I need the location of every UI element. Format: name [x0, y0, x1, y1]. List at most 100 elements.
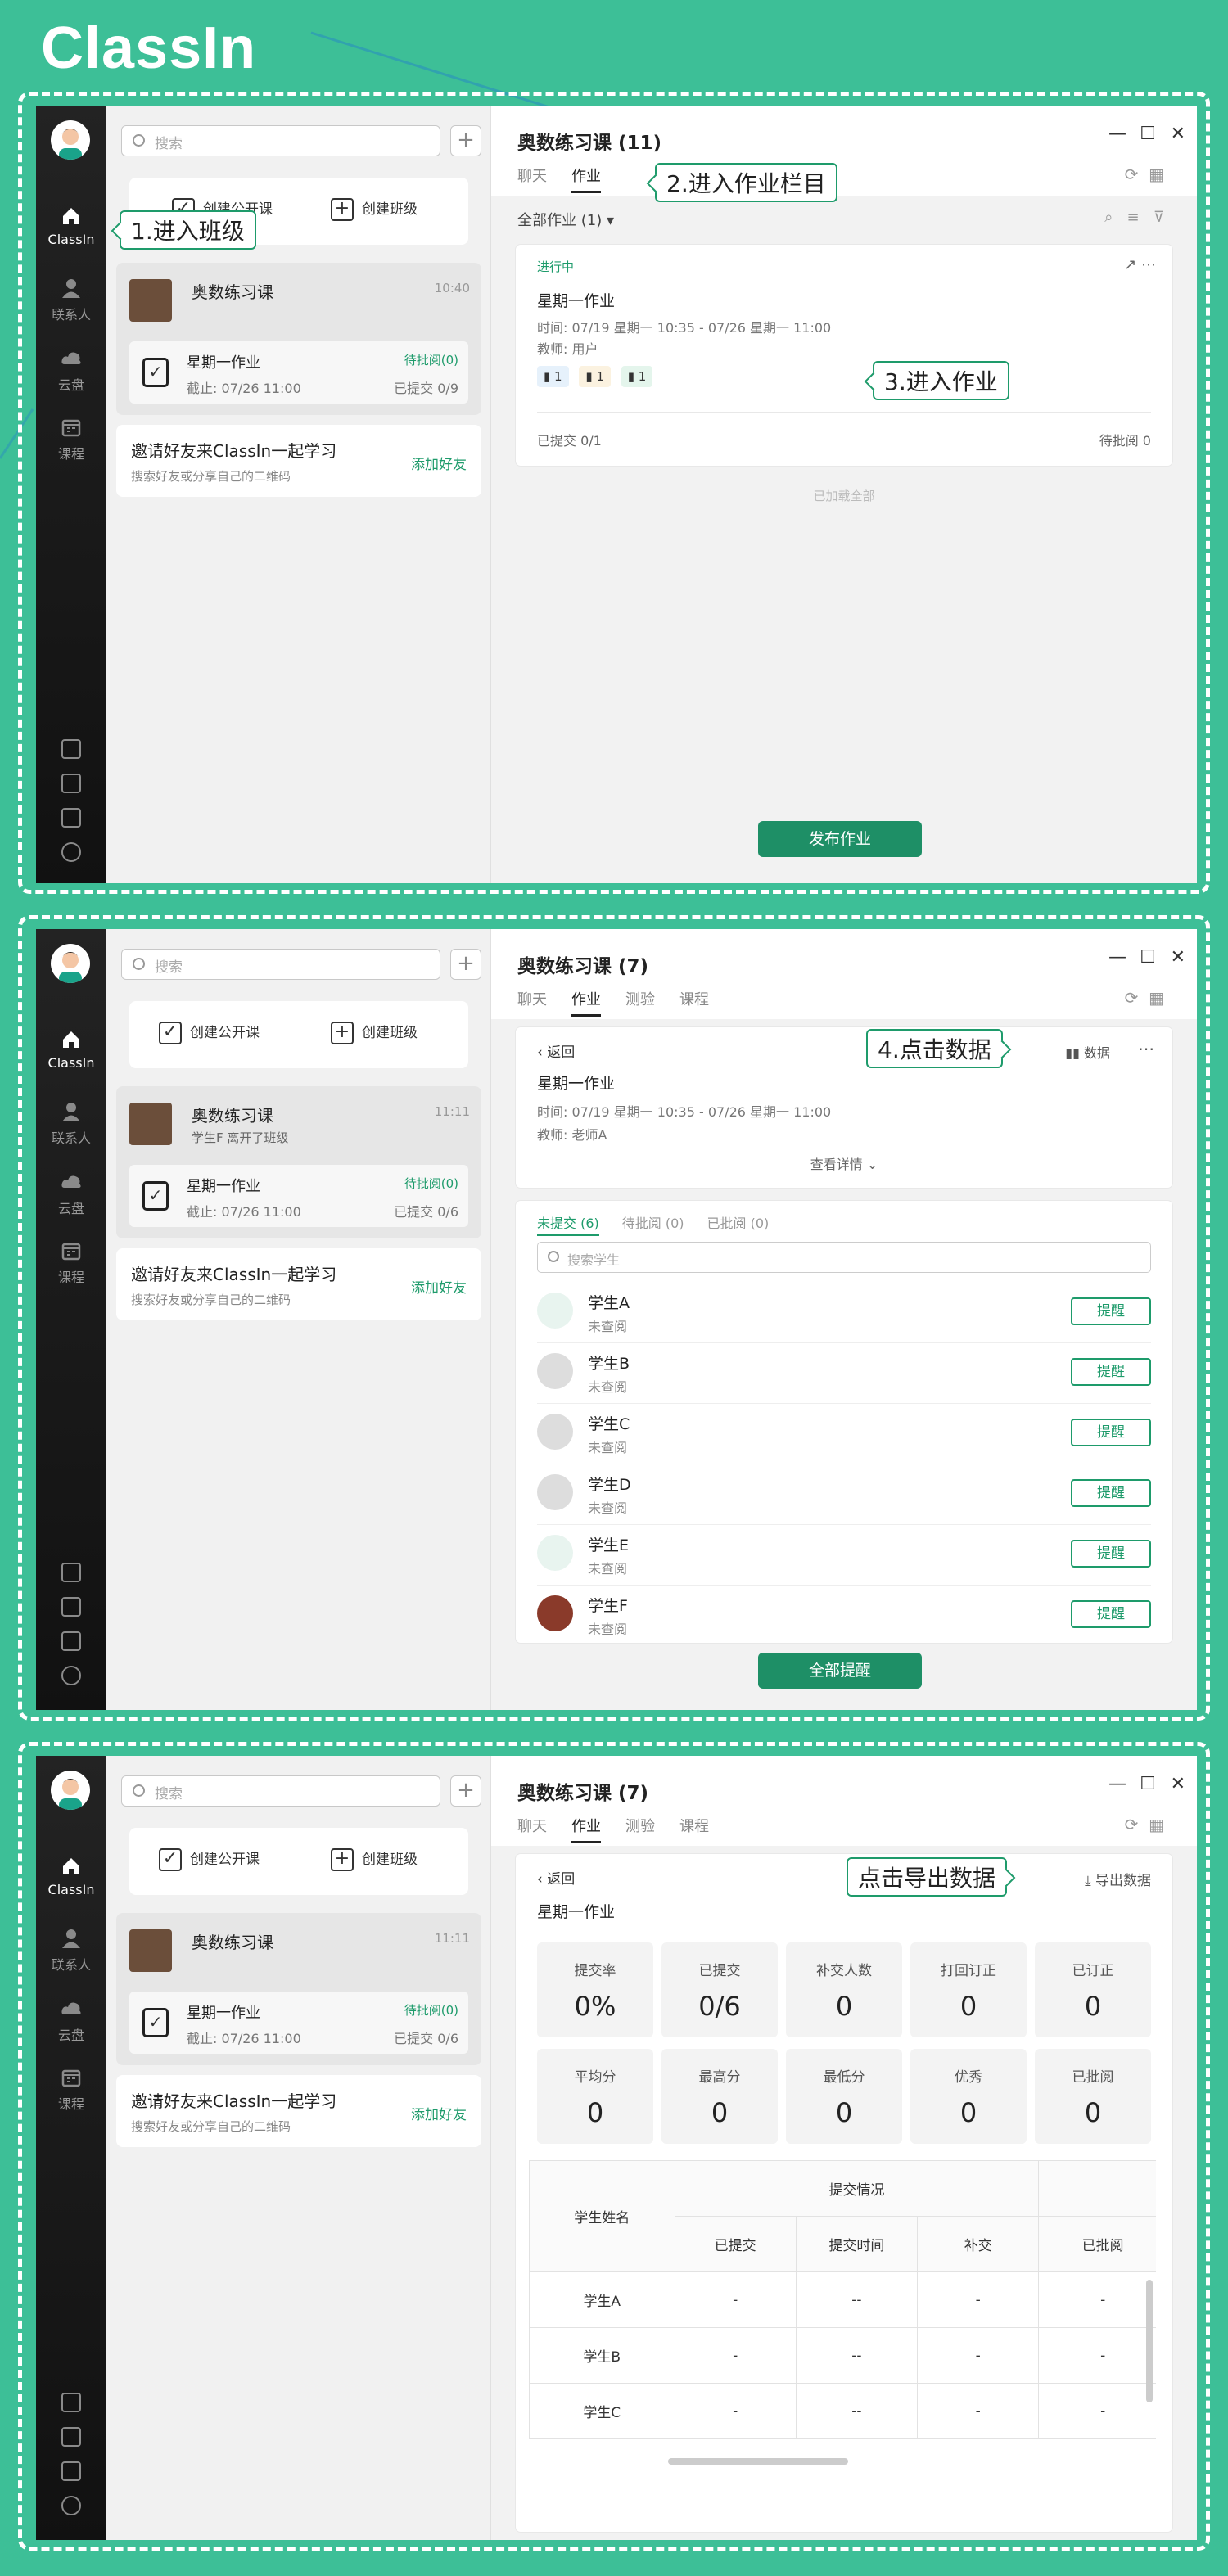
grid-icon[interactable]: ▦: [1149, 165, 1164, 184]
doc-attachment[interactable]: ▮ 1: [537, 366, 569, 387]
rail-course[interactable]: 课程: [36, 417, 106, 462]
export-data-button[interactable]: ⤓ 导出数据: [1085, 1869, 1151, 1889]
data-button[interactable]: ▮▮ 数据: [1065, 1042, 1110, 1062]
search-input[interactable]: 搜索: [121, 125, 440, 156]
tab-pending-review[interactable]: 待批阅 (0): [622, 1216, 684, 1231]
homework-item[interactable]: ✓ 星期一作业 截止: 07/26 11:00 待批阅(0) 已提交 0/6: [129, 1165, 468, 1227]
remind-button[interactable]: 提醒: [1071, 1600, 1151, 1628]
maximize-icon[interactable]: ☐: [1140, 1774, 1156, 1794]
minimize-icon[interactable]: —: [1108, 947, 1126, 968]
class-card[interactable]: 奥数练习课 学生F 离开了班级 11:11 ✓ 星期一作业 截止: 07/26 …: [116, 1086, 481, 1238]
publish-homework-button[interactable]: 发布作业: [758, 821, 922, 857]
tool-icon[interactable]: [61, 2393, 81, 2412]
tool-icon[interactable]: [61, 1563, 81, 1582]
remind-button[interactable]: 提醒: [1071, 1297, 1151, 1325]
sort-icon[interactable]: ≡: [1127, 209, 1140, 226]
rail-contacts[interactable]: 联系人: [36, 277, 106, 323]
rail-classin[interactable]: ClassIn: [36, 1856, 106, 1897]
user-avatar[interactable]: [51, 1771, 90, 1810]
share-more-icons[interactable]: ↗ ⋯: [1124, 256, 1156, 273]
rail-cloud[interactable]: 云盘: [36, 1171, 106, 1217]
back-link[interactable]: ‹ 返回: [537, 1867, 575, 1888]
rail-classin[interactable]: ClassIn: [36, 1029, 106, 1071]
tool-icon[interactable]: [61, 1631, 81, 1651]
minimize-icon[interactable]: —: [1108, 1774, 1126, 1794]
image-attachment[interactable]: ▮ 1: [579, 366, 611, 387]
rail-cloud[interactable]: 云盘: [36, 348, 106, 394]
rail-classin[interactable]: ClassIn: [36, 205, 106, 247]
student-search-input[interactable]: 搜索学生: [537, 1242, 1151, 1273]
close-icon[interactable]: ✕: [1171, 124, 1185, 144]
tool-icon[interactable]: [61, 2427, 81, 2447]
class-card[interactable]: 奥数练习课 10:40 ✓ 星期一作业 截止: 07/26 11:00 待批阅(…: [116, 263, 481, 415]
settings-icon[interactable]: [61, 842, 81, 862]
tab-homework[interactable]: 作业: [571, 165, 601, 193]
grid-icon[interactable]: ▦: [1149, 988, 1164, 1008]
tool-icon[interactable]: [61, 808, 81, 828]
tab-course[interactable]: 课程: [679, 988, 709, 1014]
maximize-icon[interactable]: ☐: [1140, 124, 1156, 144]
add-button[interactable]: +: [450, 1775, 481, 1807]
add-button[interactable]: +: [450, 949, 481, 980]
tab-course[interactable]: 课程: [679, 1815, 709, 1841]
maximize-icon[interactable]: ☐: [1140, 947, 1156, 968]
settings-icon[interactable]: [61, 2496, 81, 2515]
add-button[interactable]: +: [450, 125, 481, 156]
tool-icon[interactable]: [61, 2461, 81, 2481]
add-friend-link[interactable]: 添加好友: [411, 453, 467, 473]
remind-button[interactable]: 提醒: [1071, 1358, 1151, 1386]
search-input[interactable]: 搜索: [121, 1775, 440, 1807]
create-class-button[interactable]: + 创建班级: [331, 197, 418, 221]
remind-all-button[interactable]: 全部提醒: [758, 1653, 922, 1689]
user-avatar[interactable]: [51, 120, 90, 160]
tab-not-submitted[interactable]: 未提交 (6): [537, 1216, 599, 1236]
rail-course[interactable]: 课程: [36, 1240, 106, 1286]
tab-quiz[interactable]: 测验: [625, 1815, 655, 1841]
create-class-button[interactable]: + 创建班级: [331, 1021, 418, 1044]
vertical-scrollbar[interactable]: [1146, 2280, 1153, 2402]
rail-course[interactable]: 课程: [36, 2067, 106, 2113]
remind-button[interactable]: 提醒: [1071, 1540, 1151, 1568]
tool-icon[interactable]: [61, 739, 81, 759]
class-card[interactable]: 奥数练习课 11:11 ✓ 星期一作业 截止: 07/26 11:00 待批阅(…: [116, 1913, 481, 2065]
homework-card[interactable]: 进行中 ↗ ⋯ 星期一作业 时间: 07/19 星期一 10:35 - 07/2…: [516, 245, 1172, 466]
settings-icon[interactable]: [61, 1666, 81, 1685]
tab-chat[interactable]: 聊天: [517, 165, 547, 191]
tool-icon[interactable]: [61, 774, 81, 793]
remind-button[interactable]: 提醒: [1071, 1419, 1151, 1446]
refresh-icon[interactable]: ⟳: [1125, 165, 1139, 184]
tab-chat[interactable]: 聊天: [517, 988, 547, 1014]
tab-chat[interactable]: 聊天: [517, 1815, 547, 1841]
search-input[interactable]: 搜索: [121, 949, 440, 980]
homework-item[interactable]: ✓ 星期一作业 截止: 07/26 11:00 待批阅(0) 已提交 0/6: [129, 1992, 468, 2054]
create-public-class-button[interactable]: ✓ 创建公开课: [159, 1021, 260, 1044]
refresh-icon[interactable]: ⟳: [1125, 988, 1139, 1008]
more-icon[interactable]: ⋯: [1138, 1039, 1154, 1058]
tab-reviewed[interactable]: 已批阅 (0): [707, 1216, 770, 1231]
funnel-icon[interactable]: ⊽: [1154, 209, 1164, 226]
grid-icon[interactable]: ▦: [1149, 1815, 1164, 1834]
refresh-icon[interactable]: ⟳: [1125, 1815, 1139, 1834]
homework-item[interactable]: ✓ 星期一作业 截止: 07/26 11:00 待批阅(0) 已提交 0/9: [129, 341, 468, 404]
view-details-link[interactable]: 查看详情 ⌄: [516, 1153, 1172, 1173]
remind-button[interactable]: 提醒: [1071, 1479, 1151, 1507]
close-icon[interactable]: ✕: [1171, 947, 1185, 968]
create-public-class-button[interactable]: ✓ 创建公开课: [159, 1847, 260, 1871]
create-class-button[interactable]: + 创建班级: [331, 1847, 418, 1871]
rail-contacts[interactable]: 联系人: [36, 1101, 106, 1147]
tab-homework[interactable]: 作业: [571, 1815, 601, 1843]
close-icon[interactable]: ✕: [1171, 1774, 1185, 1794]
back-link[interactable]: ‹ 返回: [537, 1040, 575, 1061]
tab-homework[interactable]: 作业: [571, 988, 601, 1017]
tab-quiz[interactable]: 测验: [625, 988, 655, 1014]
filter-dropdown[interactable]: 全部作业 (1) ▾: [517, 209, 614, 230]
user-avatar[interactable]: [51, 944, 90, 983]
add-friend-link[interactable]: 添加好友: [411, 1276, 467, 1297]
horizontal-scrollbar[interactable]: [668, 2458, 848, 2465]
audio-attachment[interactable]: ▮ 1: [621, 366, 653, 387]
tool-icon[interactable]: [61, 1597, 81, 1617]
add-friend-link[interactable]: 添加好友: [411, 2103, 467, 2123]
rail-cloud[interactable]: 云盘: [36, 1998, 106, 2044]
minimize-icon[interactable]: —: [1108, 124, 1126, 144]
search-icon[interactable]: ⌕: [1104, 209, 1113, 226]
